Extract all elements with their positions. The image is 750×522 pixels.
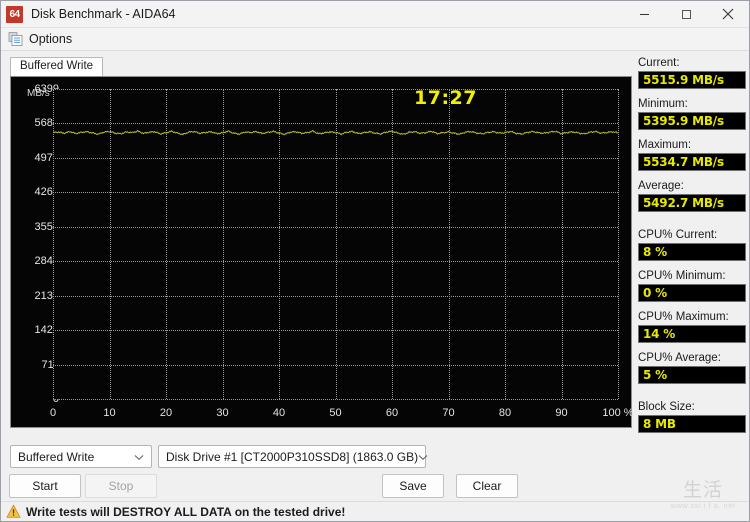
stat-item: CPU% Maximum: 14 % — [638, 311, 746, 343]
stop-button: Stop — [85, 474, 157, 498]
options-button[interactable]: Options — [4, 29, 78, 50]
stat-label: Minimum: — [638, 98, 688, 110]
options-list-icon — [8, 31, 24, 47]
stat-label: Block Size: — [638, 401, 695, 413]
x-axis-tick-label: 20 — [159, 407, 173, 419]
stat-item: CPU% Average: 5 % — [638, 352, 746, 384]
benchmark-chart: MB/s 0 711 1422 2133 2844 3555 4266 4977 5688 639… — [10, 76, 634, 428]
stat-item: CPU% Current: 8 % — [638, 229, 746, 261]
stat-value: 5515.9 MB/s — [638, 71, 746, 89]
maximize-icon[interactable] — [665, 1, 707, 28]
stat-value: 8 % — [638, 243, 746, 261]
stat-label: CPU% Maximum: — [638, 311, 729, 323]
x-axis-tick-label: 0 — [49, 407, 57, 419]
test-type-value: Buffered Write — [18, 449, 95, 464]
warning-triangle-icon — [6, 504, 21, 519]
x-axis-tick-label: 60 — [385, 407, 399, 419]
chevron-down-icon — [418, 450, 428, 464]
stat-item: Block Size: 8 MB — [638, 401, 746, 433]
x-axis-tick-label: 50 — [329, 407, 342, 419]
plot-area — [53, 89, 619, 400]
tab-buffered-write[interactable]: Buffered Write — [10, 57, 104, 76]
warning-bar: Write tests will DESTROY ALL DATA on the… — [1, 501, 749, 521]
stat-label: Current: — [638, 57, 680, 69]
chart-inner: MB/s 0 711 1422 2133 2844 3555 4266 4977 5688 639… — [11, 77, 634, 427]
stat-value: 0 % — [638, 284, 746, 302]
stat-label: CPU% Current: — [638, 229, 718, 241]
watermark-cjk: 生活 — [682, 479, 723, 501]
start-button[interactable]: Start — [9, 474, 81, 498]
x-axis-tick-label: 30 — [216, 407, 229, 419]
title-bar: 64 Disk Benchmark - AIDA64 — [1, 1, 749, 28]
chart-line-0 — [53, 129, 618, 136]
stat-item: Average: 5492.7 MB/s — [638, 180, 746, 212]
save-button[interactable]: Save — [382, 474, 444, 498]
stat-item: Maximum: 5534.7 MB/s — [638, 139, 746, 171]
stat-value: 5492.7 MB/s — [638, 194, 746, 212]
elapsed-timer: 17:27 — [414, 87, 477, 109]
stat-value: 5 % — [638, 366, 746, 384]
chart-series-layer — [53, 129, 618, 136]
window-title: Disk Benchmark - AIDA64 — [31, 7, 176, 21]
options-label: Options — [29, 32, 73, 46]
toolbar: Options — [1, 28, 749, 51]
drive-select-value: Disk Drive #1 [CT2000P310SSD8] (1863.0 G… — [166, 449, 419, 464]
warning-text: Write tests will DESTROY ALL DATA on the… — [26, 504, 346, 519]
stat-label: CPU% Average: — [638, 352, 721, 364]
stat-item: CPU% Minimum: 0 % — [638, 270, 746, 302]
grid-line-horizontal — [53, 399, 618, 400]
x-axis-tick-label: 10 — [103, 407, 116, 419]
stat-item: Minimum: 5395.9 MB/s — [638, 98, 746, 130]
window-controls — [623, 1, 749, 28]
stat-label: Average: — [638, 180, 684, 192]
minimize-icon[interactable] — [623, 1, 665, 28]
stats-panel: Current: 5515.9 MB/s Minimum: 5395.9 MB/s Ma… — [638, 57, 746, 442]
grid-line-vertical — [618, 89, 619, 399]
stat-value: 8 MB — [638, 415, 746, 433]
x-axis-tick-label: 80 — [498, 407, 512, 419]
stat-value: 14 % — [638, 325, 746, 343]
stat-value: 5395.9 MB/s — [638, 112, 746, 130]
disk-benchmark-window: 64 Disk Benchmark - AIDA64 Options Buffe… — [0, 0, 750, 522]
test-type-select[interactable]: Buffered Write — [10, 445, 152, 468]
x-axis-tick-label: 100 % — [602, 407, 634, 419]
close-icon[interactable] — [707, 1, 749, 28]
stat-label: CPU% Minimum: — [638, 270, 726, 282]
tab-strip: Buffered Write — [10, 57, 632, 76]
drive-select[interactable]: Disk Drive #1 [CT2000P310SSD8] (1863.0 G… — [158, 445, 428, 468]
x-axis-tick-label: 70 — [442, 407, 455, 419]
clear-button[interactable]: Clear — [456, 474, 518, 498]
stat-item: Current: 5515.9 MB/s — [638, 57, 746, 89]
x-axis-tick-label: 40 — [272, 407, 286, 419]
stat-value: 5534.7 MB/s — [638, 153, 746, 171]
stat-label: Maximum: — [638, 139, 692, 151]
app-icon: 64 — [6, 5, 23, 23]
chevron-down-icon — [134, 450, 144, 464]
x-axis-tick-label: 90 — [555, 407, 568, 419]
